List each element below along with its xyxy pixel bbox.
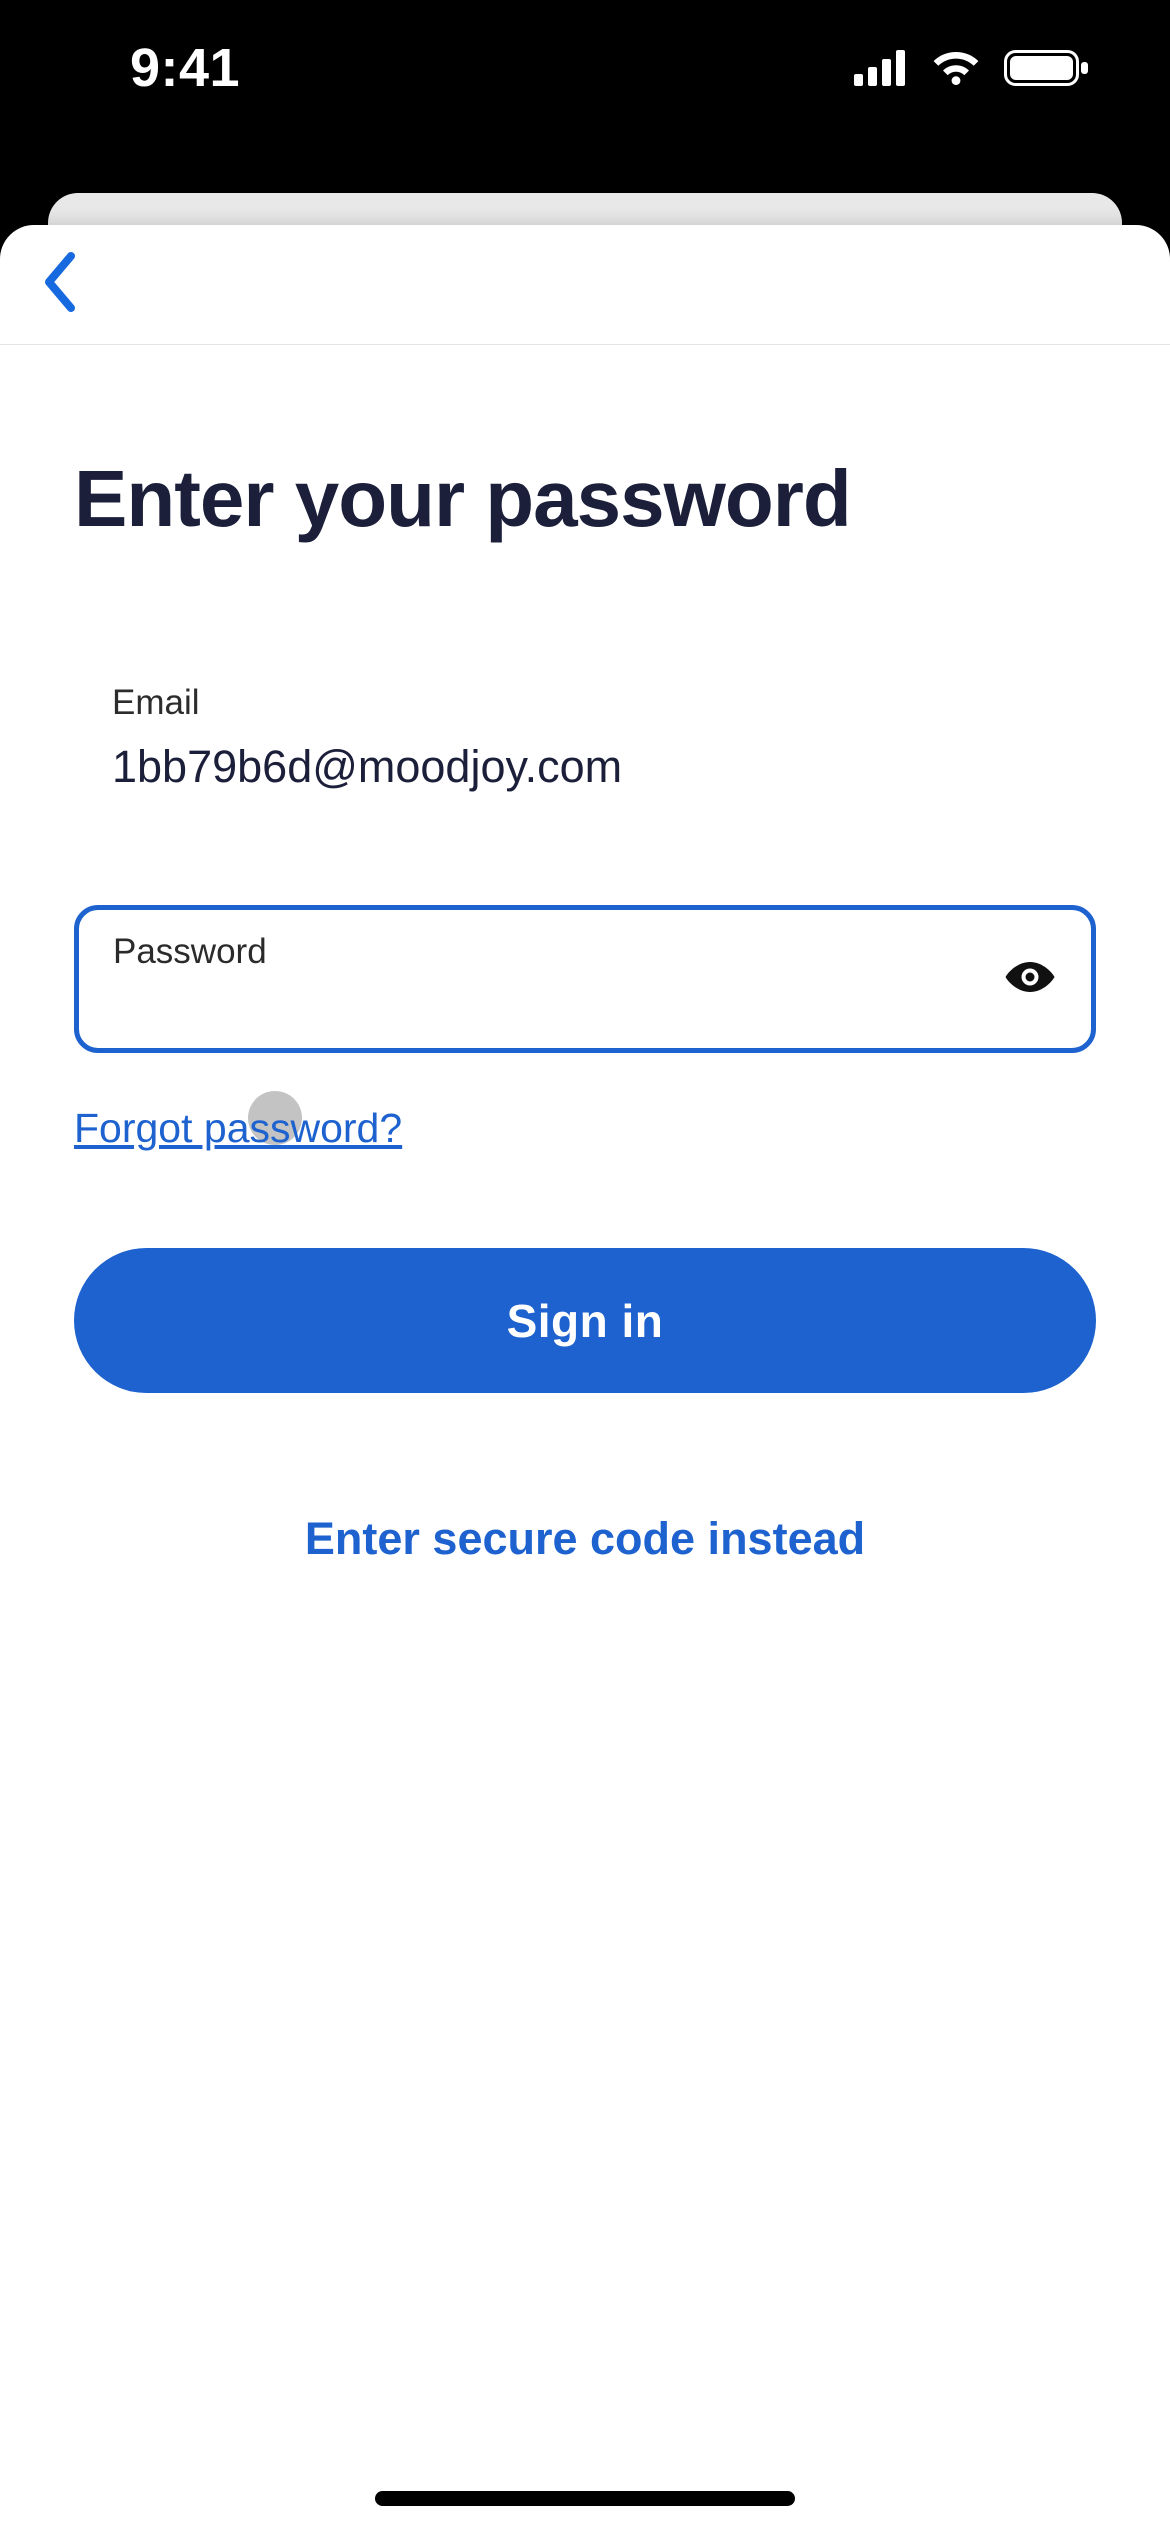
signin-button-label: Sign in [507, 1294, 664, 1348]
nav-header [0, 225, 1170, 345]
email-label: Email [112, 683, 1096, 723]
cellular-icon [854, 50, 908, 86]
email-value: 1bb79b6d@moodjoy.com [112, 741, 1096, 793]
content: Enter your password Email 1bb79b6d@moodj… [0, 345, 1170, 1565]
battery-icon [1004, 48, 1090, 88]
chevron-left-icon [39, 250, 79, 319]
clock: 9:41 [130, 37, 240, 99]
page-title: Enter your password [74, 455, 1096, 543]
modal-sheet: Enter your password Email 1bb79b6d@moodj… [0, 225, 1170, 2532]
wifi-icon [930, 49, 982, 87]
back-button[interactable] [14, 240, 104, 330]
home-indicator [375, 2491, 795, 2506]
status-icons [854, 48, 1090, 88]
signin-button[interactable]: Sign in [74, 1248, 1096, 1393]
toggle-password-visibility[interactable] [995, 944, 1065, 1014]
secure-code-link[interactable]: Enter secure code instead [74, 1513, 1096, 1565]
eye-icon [1004, 959, 1056, 1000]
email-block: Email 1bb79b6d@moodjoy.com [74, 683, 1096, 793]
password-label: Password [113, 932, 267, 972]
status-bar: 9:41 [0, 0, 1170, 135]
password-field[interactable]: Password [74, 905, 1096, 1053]
forgot-password-link[interactable]: Forgot password? [74, 1105, 402, 1152]
forgot-row: Forgot password? [74, 1105, 1096, 1152]
